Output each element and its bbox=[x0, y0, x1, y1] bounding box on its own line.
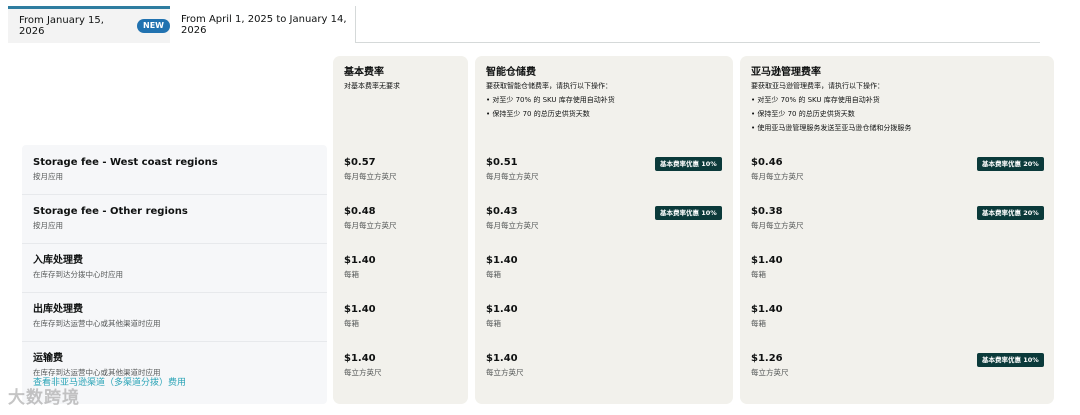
price: $0.51 bbox=[486, 157, 518, 168]
price-unit: 每立方英尺 bbox=[344, 368, 382, 377]
new-badge: NEW bbox=[137, 19, 170, 33]
column-header-smart: 智能仓储费 要获取智能仓储费率，请执行以下操作： • 对至少 70% 的 SKU… bbox=[486, 67, 615, 121]
column-desc-line: • 保持至少 70 的总历史供货天数 bbox=[486, 110, 590, 118]
row-label-outbound: 出库处理费 在库存到达运营中心或其他渠道时应用 bbox=[33, 304, 161, 329]
column-title: 基本费率 bbox=[344, 67, 384, 78]
price-unit: 每箱 bbox=[486, 319, 501, 328]
column-desc-line: 对基本费率无要求 bbox=[344, 82, 400, 90]
price: $1.40 bbox=[344, 353, 376, 364]
row-subtitle: 按月应用 bbox=[33, 221, 63, 230]
row-title: 入库处理费 bbox=[33, 255, 83, 266]
row-divider bbox=[22, 341, 327, 342]
column-desc-line: 要获取亚马逊管理费率，请执行以下操作： bbox=[751, 82, 884, 90]
price-unit: 每月每立方英尺 bbox=[486, 221, 539, 230]
discount-badge: 基本费率优惠 10% bbox=[655, 157, 722, 171]
row-label-inbound: 入库处理费 在库存到达分拨中心时应用 bbox=[33, 255, 123, 280]
row-title: 出库处理费 bbox=[33, 304, 83, 315]
price: $0.43 bbox=[486, 206, 518, 217]
price-cell: $0.57 每月每立方英尺 bbox=[344, 157, 397, 182]
price: $1.40 bbox=[344, 255, 376, 266]
tab-bar: From January 15, 2026 NEW From April 1, … bbox=[8, 6, 1040, 43]
column-title: 亚马逊管理费率 bbox=[751, 67, 821, 78]
column-header-amazon-managed: 亚马逊管理费率 要获取亚马逊管理费率，请执行以下操作： • 对至少 70% 的 … bbox=[751, 67, 911, 135]
price: $1.40 bbox=[486, 353, 518, 364]
column-title: 智能仓储费 bbox=[486, 67, 536, 78]
price-unit: 每箱 bbox=[344, 319, 359, 328]
price: $1.40 bbox=[344, 304, 376, 315]
discount-badge: 基本费率优惠 20% bbox=[977, 157, 1044, 171]
column-desc-line: • 对至少 70% 的 SKU 库存使用自动补货 bbox=[751, 96, 880, 104]
price-cell: $1.40 每箱 bbox=[751, 304, 783, 329]
row-label-storage-other: Storage fee - Other regions 按月应用 bbox=[33, 206, 188, 231]
column-desc-line: • 对至少 70% 的 SKU 库存使用自动补货 bbox=[486, 96, 615, 104]
price-unit: 每月每立方英尺 bbox=[751, 172, 804, 181]
price-unit: 每月每立方英尺 bbox=[751, 221, 804, 230]
row-divider bbox=[22, 292, 327, 293]
price: $0.57 bbox=[344, 157, 376, 168]
price-unit: 每月每立方英尺 bbox=[344, 221, 397, 230]
column-desc-line: 要获取智能仓储费率，请执行以下操作： bbox=[486, 82, 612, 90]
price-cell: $0.48 每月每立方英尺 bbox=[344, 206, 397, 231]
row-subtitle: 在库存到达运营中心或其他渠道时应用 bbox=[33, 368, 161, 377]
row-divider bbox=[22, 194, 327, 195]
price-cell: $1.26 每立方英尺 bbox=[751, 353, 789, 378]
price-unit: 每月每立方英尺 bbox=[344, 172, 397, 181]
price-cell: $1.40 每箱 bbox=[751, 255, 783, 280]
price-cell: $1.40 每立方英尺 bbox=[486, 353, 524, 378]
price-unit: 每箱 bbox=[751, 319, 766, 328]
discount-badge: 基本费率优惠 10% bbox=[977, 353, 1044, 367]
row-label-storage-west: Storage fee - West coast regions 按月应用 bbox=[33, 157, 218, 182]
price-cell: $0.38 每月每立方英尺 bbox=[751, 206, 804, 231]
price-cell: $1.40 每箱 bbox=[486, 255, 518, 280]
row-title: Storage fee - West coast regions bbox=[33, 157, 218, 168]
price: $0.38 bbox=[751, 206, 783, 217]
watermark: 大数跨境 bbox=[8, 388, 80, 408]
price: $1.40 bbox=[486, 255, 518, 266]
price-unit: 每箱 bbox=[486, 270, 501, 279]
row-subtitle: 按月应用 bbox=[33, 172, 63, 181]
price-cell: $1.40 每箱 bbox=[344, 304, 376, 329]
price: $0.48 bbox=[344, 206, 376, 217]
column-header-base: 基本费率 对基本费率无要求 bbox=[344, 67, 400, 93]
row-title: 运输费 bbox=[33, 353, 63, 364]
price-unit: 每立方英尺 bbox=[486, 368, 524, 377]
column-desc-line: • 保持至少 70 的总历史供货天数 bbox=[751, 110, 855, 118]
tab-label: From January 15, 2026 bbox=[19, 15, 104, 37]
price: $1.26 bbox=[751, 353, 783, 364]
price: $1.40 bbox=[486, 304, 518, 315]
price-cell: $0.51 每月每立方英尺 bbox=[486, 157, 539, 182]
price: $1.40 bbox=[751, 304, 783, 315]
tab-label: From April 1, 2025 to January 14, 2026 bbox=[181, 13, 347, 36]
tab-from-apr-1-2025[interactable]: From April 1, 2025 to January 14, 2026 bbox=[170, 6, 356, 43]
price: $1.40 bbox=[751, 255, 783, 266]
row-divider bbox=[22, 243, 327, 244]
tab-from-jan-15-2026[interactable]: From January 15, 2026 NEW bbox=[8, 6, 170, 43]
price-cell: $1.40 每箱 bbox=[486, 304, 518, 329]
price-unit: 每立方英尺 bbox=[751, 368, 789, 377]
price-cell: $0.43 每月每立方英尺 bbox=[486, 206, 539, 231]
row-title: Storage fee - Other regions bbox=[33, 206, 188, 217]
price-unit: 每月每立方英尺 bbox=[486, 172, 539, 181]
row-subtitle: 在库存到达运营中心或其他渠道时应用 bbox=[33, 319, 161, 328]
discount-badge: 基本费率优惠 20% bbox=[977, 206, 1044, 220]
column-desc-line: • 使用亚马逊管理服务发送至亚马逊仓储和分拨服务 bbox=[751, 124, 912, 132]
row-subtitle: 在库存到达分拨中心时应用 bbox=[33, 270, 123, 279]
price-cell: $1.40 每立方英尺 bbox=[344, 353, 382, 378]
price-unit: 每箱 bbox=[344, 270, 359, 279]
price: $0.46 bbox=[751, 157, 783, 168]
price-unit: 每箱 bbox=[751, 270, 766, 279]
price-cell: $1.40 每箱 bbox=[344, 255, 376, 280]
discount-badge: 基本费率优惠 10% bbox=[655, 206, 722, 220]
price-cell: $0.46 每月每立方英尺 bbox=[751, 157, 804, 182]
